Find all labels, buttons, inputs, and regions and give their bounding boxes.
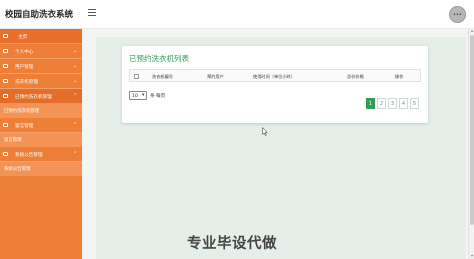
chevron-down-icon: ⌄: [73, 63, 78, 69]
page-button[interactable]: 3: [388, 98, 397, 109]
home-icon: [3, 34, 8, 38]
column-header: 预约用户: [207, 74, 224, 79]
sidebar-item-messages[interactable]: 留言管理 ⌃: [0, 118, 82, 133]
select-all-checkbox[interactable]: [134, 74, 139, 79]
page-button[interactable]: 2: [377, 98, 386, 109]
app-title: 校园自助洗衣系统: [5, 10, 74, 20]
card-title: 已预约洗衣机列表: [129, 54, 189, 63]
page-size-label: 条 每页: [150, 93, 166, 99]
column-header: 使用时间（单位小时）: [253, 74, 295, 79]
sidebar-item-label: 个人中心: [15, 50, 34, 55]
menu-grid-icon: [3, 79, 8, 83]
column-header: 洗衣机编号: [152, 74, 173, 79]
menu-grid-icon: [3, 123, 8, 127]
page-size-select[interactable]: 10 ▾: [129, 91, 147, 100]
sidebar-item-home[interactable]: 主页: [0, 29, 82, 44]
top-bar: 校园自助洗衣系统 •••: [0, 0, 474, 29]
sidebar-subitem-announcements[interactable]: 系统公告管理: [0, 162, 82, 176]
vertical-scrollbar[interactable]: ▴ ▾: [468, 29, 474, 259]
sidebar-item-label: 已预约洗衣机管理: [15, 95, 52, 100]
table-header: 洗衣机编号 预约用户 使用时间（单位小时） 总价价格 操作: [129, 69, 421, 82]
avatar-label: •••: [453, 12, 462, 18]
watermark-text: 专业毕设代做: [187, 236, 277, 252]
chevron-down-icon: ▾: [142, 93, 145, 98]
sidebar-subitem-label: 已预约洗衣机管理: [4, 109, 40, 114]
sidebar-item-label: 留言管理: [15, 124, 34, 129]
scroll-down-icon[interactable]: ▾: [470, 254, 474, 258]
sidebar-subitem-messages[interactable]: 留言管理: [0, 133, 82, 147]
page-size-value: 10: [132, 93, 138, 99]
menu-grid-icon: [3, 49, 8, 53]
chevron-up-icon: ⌃: [73, 122, 78, 128]
chevron-up-icon: ⌃: [73, 151, 78, 157]
menu-grid-icon: [3, 152, 8, 156]
menu-toggle-icon[interactable]: [88, 9, 96, 16]
sidebar-subitem-label: 留言管理: [4, 138, 22, 143]
menu-grid-icon: [3, 94, 8, 98]
avatar[interactable]: •••: [449, 6, 466, 23]
reservation-list-card: 已预约洗衣机列表 洗衣机编号 预约用户 使用时间（单位小时） 总价价格 操作 1…: [122, 46, 428, 123]
scroll-up-icon[interactable]: ▴: [470, 29, 474, 33]
sidebar: 主页 个人中心 ⌄ 用户管理 ⌄ 洗衣机管理 ⌄ 已预约洗衣机管理 ⌃ 已预约洗…: [0, 29, 82, 259]
sidebar-item-reserved-washers[interactable]: 已预约洗衣机管理 ⌃: [0, 89, 82, 104]
column-header: 操作: [395, 74, 404, 79]
main-content: 已预约洗衣机列表 洗衣机编号 预约用户 使用时间（单位小时） 总价价格 操作 1…: [82, 29, 470, 259]
sidebar-item-washers[interactable]: 洗衣机管理 ⌄: [0, 74, 82, 89]
sidebar-item-label: 洗衣机管理: [15, 80, 38, 85]
page-button[interactable]: 4: [399, 98, 408, 109]
chevron-down-icon: ⌄: [73, 78, 78, 84]
mouse-cursor-icon: [262, 127, 268, 136]
page-button[interactable]: 1: [366, 98, 375, 109]
sidebar-item-label: 用户管理: [15, 65, 34, 70]
sidebar-item-users[interactable]: 用户管理 ⌄: [0, 59, 82, 74]
chevron-down-icon: ⌄: [73, 48, 78, 54]
chevron-up-icon: ⌃: [73, 93, 78, 99]
sidebar-item-profile[interactable]: 个人中心 ⌄: [0, 44, 82, 59]
column-header: 总价价格: [347, 74, 364, 79]
sidebar-item-label: 系统公告管理: [15, 153, 43, 158]
sidebar-item-label: 主页: [18, 35, 28, 40]
page-button[interactable]: 5: [410, 98, 419, 109]
sidebar-item-announcements[interactable]: 系统公告管理 ⌃: [0, 147, 82, 162]
sidebar-subitem-reserved-washers[interactable]: 已预约洗衣机管理: [0, 104, 82, 118]
sidebar-subitem-label: 系统公告管理: [4, 167, 31, 172]
scrollbar-thumb[interactable]: [470, 35, 474, 225]
menu-grid-icon: [3, 64, 8, 68]
